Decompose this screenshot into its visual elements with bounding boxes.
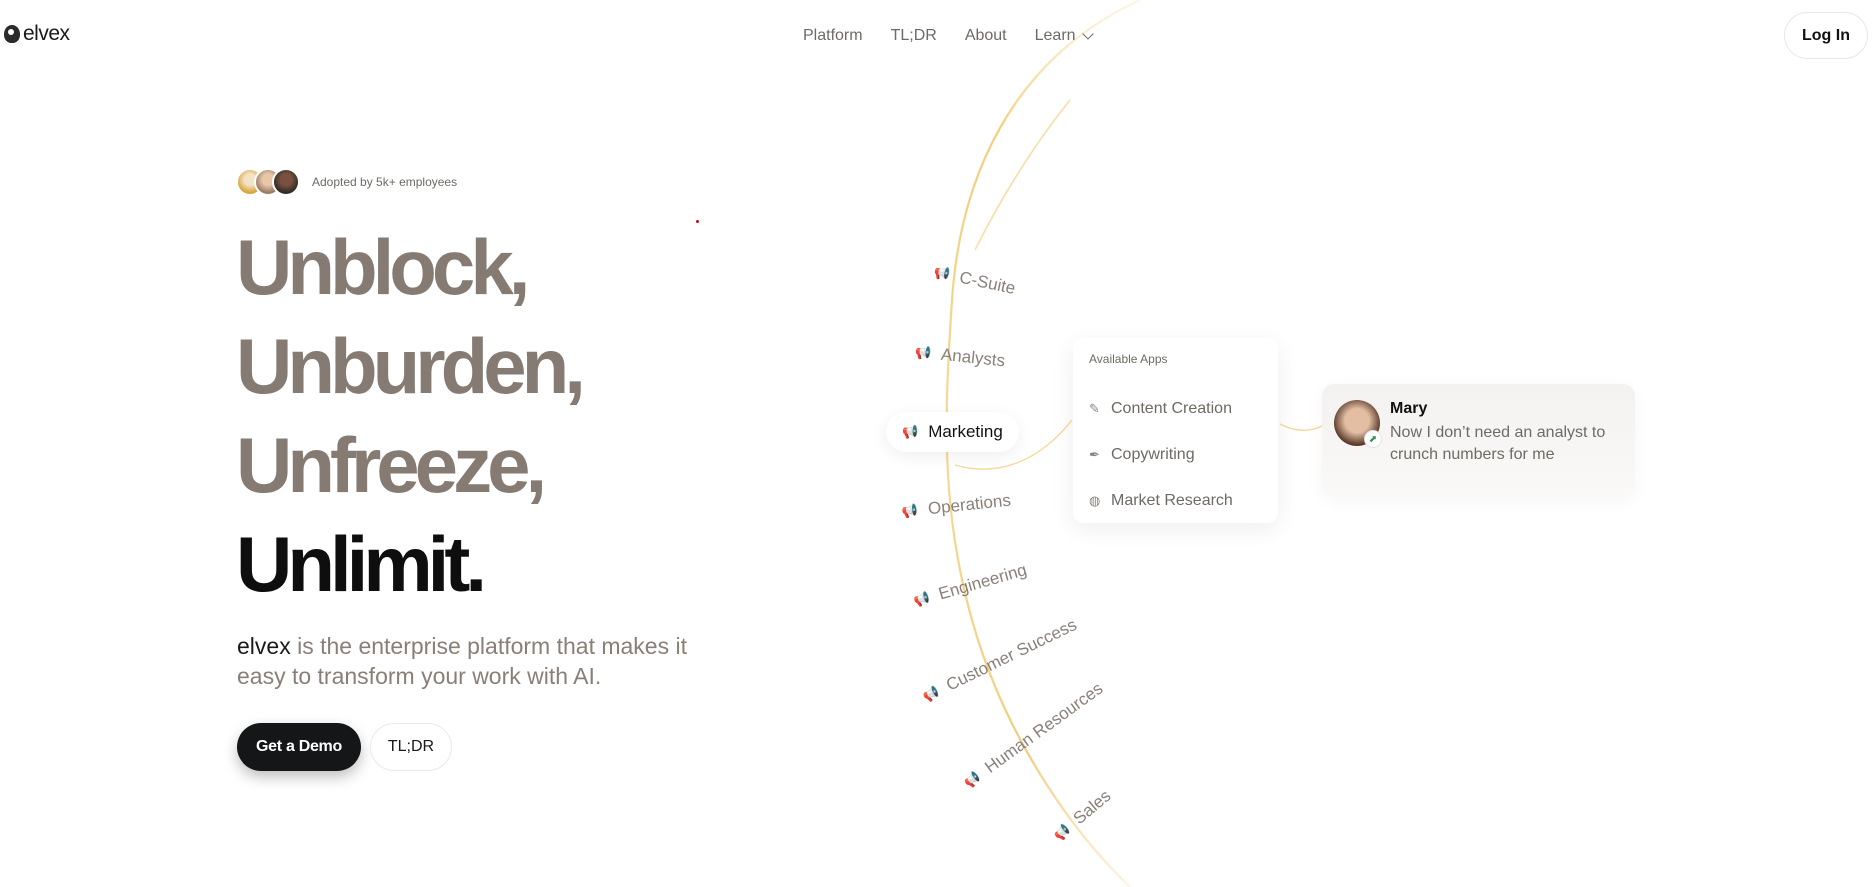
elephant-logo-icon <box>4 25 20 43</box>
chart-icon: ⬈ <box>1364 430 1382 448</box>
megaphone-icon: 📢 <box>914 344 932 361</box>
globe-search-icon: ◍ <box>1089 493 1101 508</box>
department-marketing[interactable]: 📢 Marketing <box>886 412 1019 452</box>
avatar-stack <box>236 168 300 196</box>
nav-tldr[interactable]: TL;DR <box>891 27 937 45</box>
department-label: Marketing <box>928 422 1003 441</box>
tldr-button[interactable]: TL;DR <box>370 723 452 771</box>
nav-learn-label: Learn <box>1034 27 1076 44</box>
top-nav: Platform TL;DR About Learn <box>803 27 1094 45</box>
hero-tagline: elvex is the enterprise platform that ma… <box>237 631 697 691</box>
nav-learn[interactable]: Learn <box>1034 27 1094 45</box>
testimonial-name: Mary <box>1390 400 1428 417</box>
nav-about[interactable]: About <box>965 27 1007 45</box>
nav-platform[interactable]: Platform <box>803 27 863 45</box>
app-market-research[interactable]: ◍ Market Research <box>1089 478 1262 524</box>
megaphone-icon: 📢 <box>932 264 952 283</box>
available-apps-panel: Available Apps ✎ Content Creation ✒ Copy… <box>1073 338 1278 523</box>
adoption-text: Adopted by 5k+ employees <box>312 175 458 189</box>
testimonial-text: Now I don’t need an analyst to crunch nu… <box>1390 424 1606 463</box>
testimonial-body: Mary Now I don’t need an analyst to crun… <box>1390 400 1623 481</box>
headline-line-2: Unburden, <box>236 322 586 410</box>
sparkle-tool-icon: ✎ <box>1089 401 1100 416</box>
hero-headline: Unblock, Unburden, Unfreeze, Unlimit. <box>236 218 586 614</box>
app-label: Content Creation <box>1111 400 1232 417</box>
get-demo-button[interactable]: Get a Demo <box>237 723 361 771</box>
pen-icon: ✒ <box>1089 447 1100 462</box>
tagline-brand: elvex <box>237 633 291 659</box>
chevron-down-icon <box>1081 27 1094 40</box>
avatar: ⬈ <box>1334 400 1382 448</box>
testimonial-card: ⬈ Mary Now I don’t need an analyst to cr… <box>1322 384 1635 497</box>
megaphone-icon: 📢 <box>911 589 932 609</box>
headline-line-4: Unlimit. <box>236 520 487 608</box>
logo-text: elvex <box>23 22 70 45</box>
app-label: Market Research <box>1111 492 1233 509</box>
headline-line-1: Unblock, <box>236 223 530 311</box>
cursor-dot <box>696 220 699 223</box>
headline-line-3: Unfreeze, <box>236 421 547 509</box>
logo[interactable]: elvex <box>4 22 70 46</box>
megaphone-icon: 📢 <box>901 502 919 519</box>
app-label: Copywriting <box>1111 446 1195 463</box>
tagline-text: is the enterprise platform that makes it… <box>237 633 687 689</box>
megaphone-icon: 📢 <box>902 424 919 439</box>
app-copywriting[interactable]: ✒ Copywriting <box>1089 432 1262 478</box>
avatar <box>272 168 300 196</box>
app-content-creation[interactable]: ✎ Content Creation <box>1089 386 1262 432</box>
adoption-badge: Adopted by 5k+ employees <box>236 168 457 196</box>
apps-panel-title: Available Apps <box>1089 352 1168 366</box>
login-button[interactable]: Log In <box>1784 12 1868 59</box>
